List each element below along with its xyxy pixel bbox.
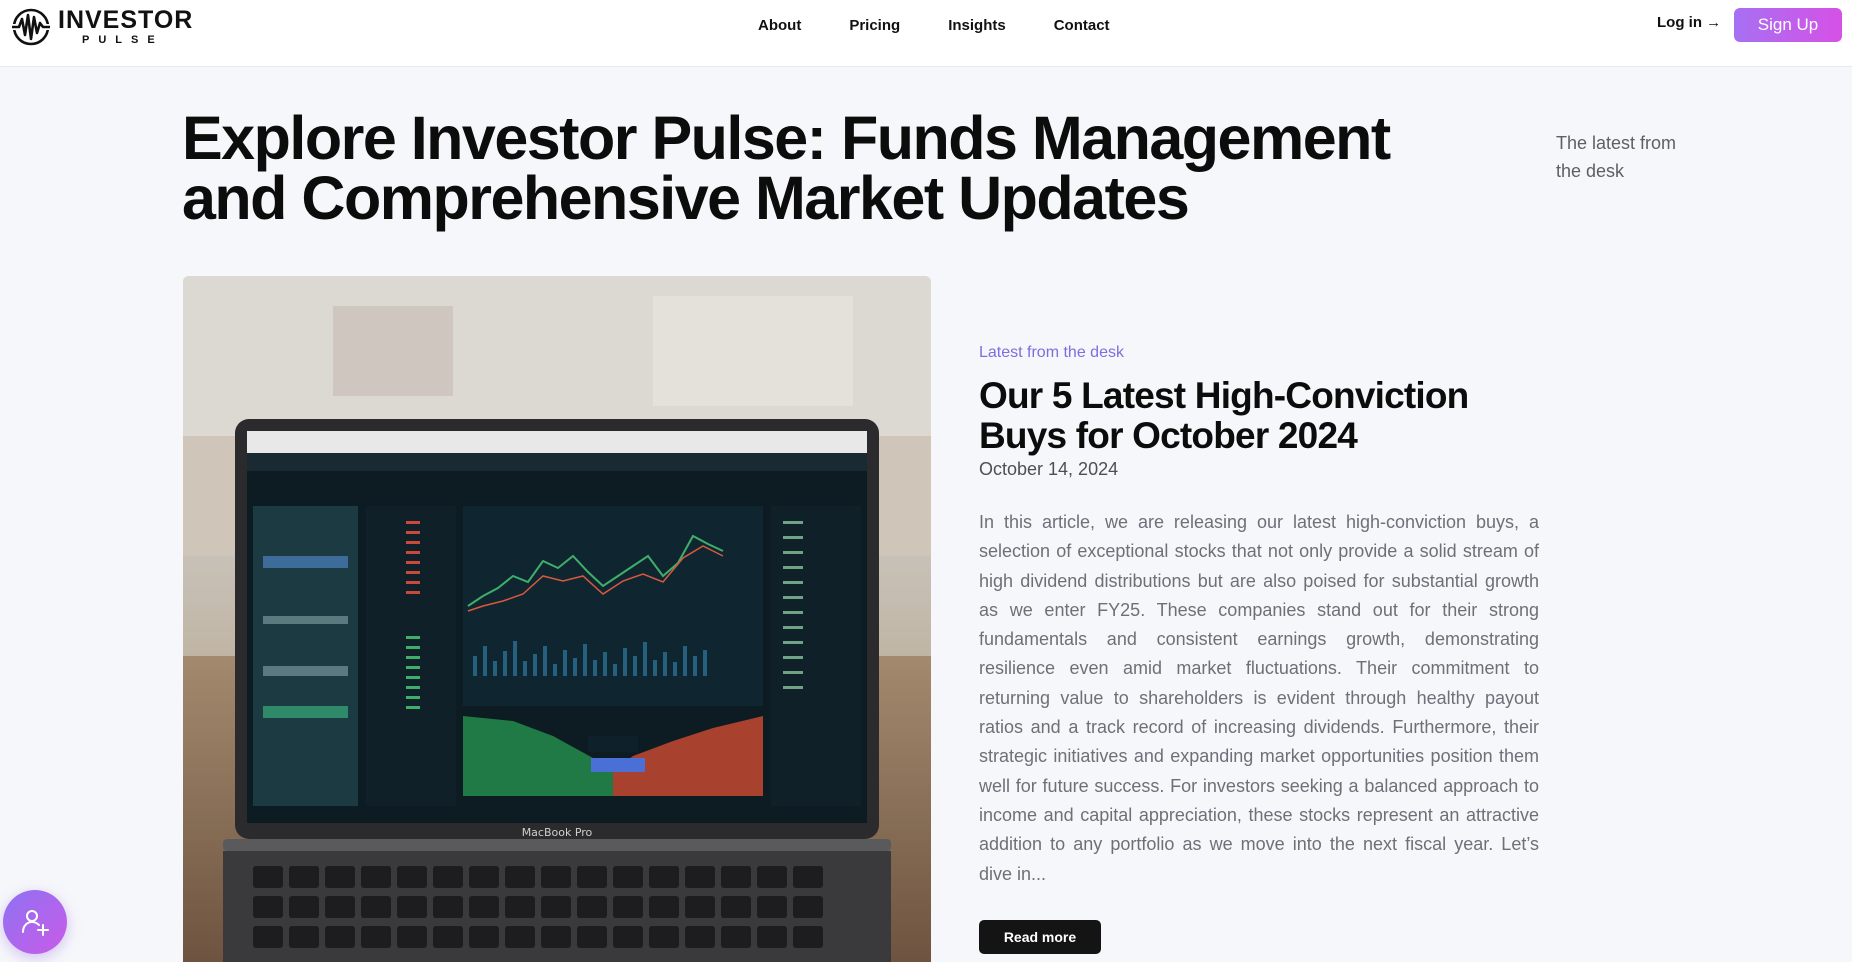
pulse-wave-logo-icon [10,8,52,46]
nav-contact[interactable]: Contact [1054,17,1110,34]
article-excerpt: In this article, we are releasing our la… [979,512,1539,884]
laptop-label: MacBook Pro [522,826,593,839]
article-eyebrow: Latest from the desk [979,344,1124,361]
brand-name: INVESTOR [58,6,194,34]
login-link[interactable]: Log in → [1657,14,1721,31]
brand-sub: PULSE [82,34,164,46]
add-user-button[interactable] [3,890,67,954]
article-date: October 14, 2024 [979,459,1119,479]
nav-pricing[interactable]: Pricing [849,17,900,34]
article-title[interactable]: Our 5 Latest High-Conviction Buys for Oc… [979,376,1539,456]
page-title: Explore Investor Pulse: Funds Management… [182,104,1391,232]
signup-button[interactable]: Sign Up [1734,8,1842,42]
main-nav: About Pricing Insights Contact [758,0,1158,50]
read-more-button[interactable]: Read more [979,920,1101,954]
site-header: INVESTOR PULSE About Pricing Insights Co… [0,0,1852,67]
article-image[interactable]: MacBook Pro [183,276,931,962]
laptop-trading-photo: MacBook Pro [183,276,931,962]
add-user-icon [22,910,49,936]
brand-logo[interactable]: INVESTOR PULSE [10,6,193,48]
nav-about[interactable]: About [758,17,801,34]
nav-insights[interactable]: Insights [948,17,1006,34]
side-note: The latest from the desk [1556,133,1677,181]
